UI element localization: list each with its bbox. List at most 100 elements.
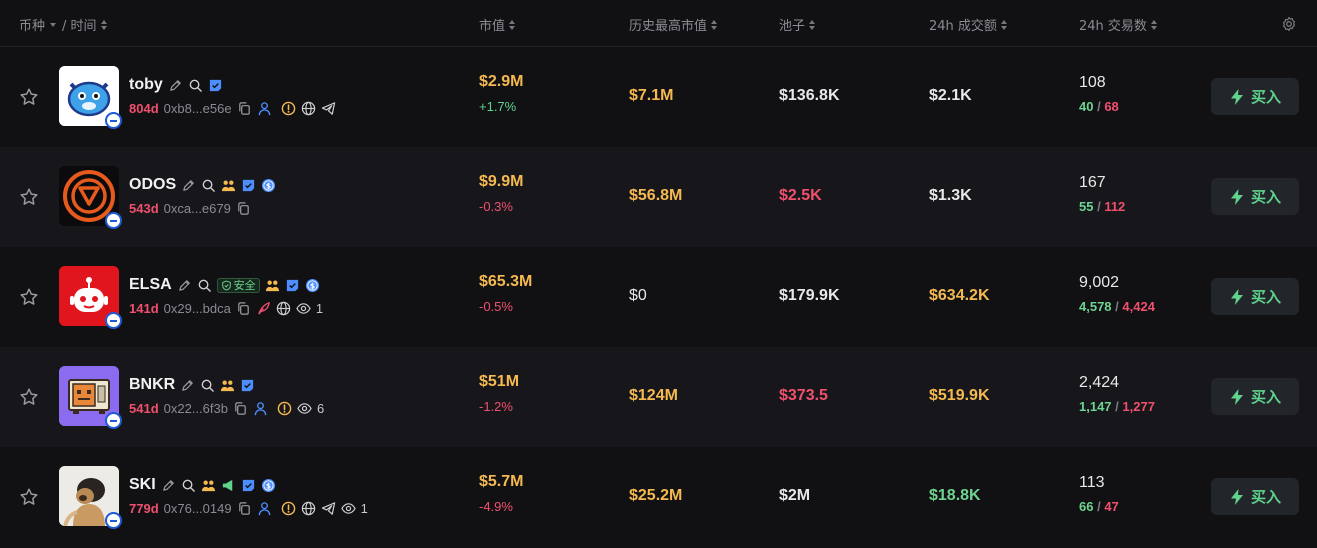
- sort-icon[interactable]: [809, 19, 816, 30]
- pencil-icon[interactable]: [177, 278, 192, 293]
- sort-icon[interactable]: [100, 19, 107, 30]
- token-address[interactable]: 0xb8...e56e: [164, 101, 232, 116]
- header-token-label[interactable]: 币种: [19, 15, 45, 34]
- table-row[interactable]: BNKR 541d 0x22...6f3b 6 $51M -1.2% $124M…: [0, 347, 1317, 447]
- globe-icon[interactable]: [301, 101, 316, 116]
- search-icon[interactable]: [201, 178, 216, 193]
- table-row[interactable]: toby 804d 0xb8...e56e $2.9M +1.7% $7.1M …: [0, 47, 1317, 147]
- pencil-icon[interactable]: [168, 78, 183, 93]
- header-token[interactable]: 币种 / 时间: [19, 15, 107, 34]
- buy-sell-counts: 55 / 112: [1079, 199, 1126, 214]
- header-ath[interactable]: 历史最高市值: [629, 15, 718, 34]
- copy-icon[interactable]: [233, 401, 248, 416]
- buy-button-label: 买入: [1250, 88, 1281, 106]
- star-icon[interactable]: [18, 486, 40, 508]
- warning-icon[interactable]: [277, 401, 292, 416]
- volume-24h: $519.9K: [929, 387, 990, 404]
- search-icon[interactable]: [181, 478, 196, 493]
- sort-icon[interactable]: [711, 19, 718, 30]
- view-count: 6: [316, 400, 325, 416]
- gear-icon[interactable]: [1281, 16, 1297, 32]
- telegram-icon[interactable]: [321, 101, 336, 116]
- pencil-icon[interactable]: [161, 478, 176, 493]
- sort-icon[interactable]: [1000, 19, 1007, 30]
- copy-icon[interactable]: [237, 101, 252, 116]
- token-address[interactable]: 0x22...6f3b: [164, 401, 228, 416]
- sort-icon[interactable]: [1150, 19, 1157, 30]
- buy-count: 40: [1079, 99, 1094, 114]
- header-pool-label[interactable]: 池子: [779, 15, 805, 34]
- token-address[interactable]: 0x76...0149: [164, 501, 232, 516]
- star-icon[interactable]: [18, 286, 40, 308]
- header-txns-label[interactable]: 24h 交易数: [1079, 15, 1147, 34]
- star-icon[interactable]: [18, 386, 40, 408]
- volume-24h: $18.8K: [929, 487, 981, 504]
- buy-sell-counts: 4,578 / 4,424: [1079, 299, 1155, 314]
- table-row[interactable]: ODOS 543d 0xca...e679 $9.9M -0.3% $56.8M…: [0, 147, 1317, 247]
- market-cap: $65.3M: [479, 273, 533, 290]
- header-time-label[interactable]: / 时间: [62, 15, 97, 34]
- header-pool[interactable]: 池子: [779, 15, 816, 34]
- txn-count: 167: [1079, 174, 1106, 191]
- warning-icon[interactable]: [281, 501, 296, 516]
- pencil-icon[interactable]: [180, 378, 195, 393]
- table-row[interactable]: ELSA 安全 141d 0x29...bdca 1 $65.3M -0.5% …: [0, 247, 1317, 347]
- header-ath-label[interactable]: 历史最高市值: [629, 15, 707, 34]
- user-icon[interactable]: [257, 101, 272, 116]
- header-txns[interactable]: 24h 交易数: [1079, 15, 1157, 34]
- search-icon[interactable]: [197, 278, 212, 293]
- table-row[interactable]: SKI 779d 0x76...0149 1 $5.7M -4.9% $25.2…: [0, 447, 1317, 547]
- copy-icon[interactable]: [237, 501, 252, 516]
- verified-icon: [241, 478, 256, 493]
- view-count: 1: [360, 500, 368, 516]
- view-count: 1: [315, 300, 324, 316]
- token-symbol[interactable]: BNKR: [129, 376, 175, 394]
- token-address[interactable]: 0x29...bdca: [164, 301, 231, 316]
- verified-icon: [240, 378, 255, 393]
- telegram-icon[interactable]: [321, 501, 336, 516]
- buy-button[interactable]: 买入: [1211, 178, 1299, 215]
- token-symbol[interactable]: SKI: [129, 476, 156, 494]
- ath-mcap: $124M: [629, 387, 678, 404]
- sort-icon[interactable]: [509, 19, 516, 30]
- copy-icon[interactable]: [236, 301, 251, 316]
- pencil-icon[interactable]: [181, 178, 196, 193]
- bolt-icon: [1229, 288, 1245, 306]
- star-icon[interactable]: [18, 186, 40, 208]
- star-icon[interactable]: [18, 86, 40, 108]
- buy-button[interactable]: 买入: [1211, 278, 1299, 315]
- copy-icon[interactable]: [236, 201, 251, 216]
- search-icon[interactable]: [188, 78, 203, 93]
- txn-count: 108: [1079, 74, 1106, 91]
- buy-button-label: 买入: [1250, 288, 1281, 306]
- warning-icon[interactable]: [281, 101, 296, 116]
- user-icon[interactable]: [257, 501, 272, 516]
- chevron-down-icon[interactable]: [50, 22, 57, 27]
- header-mcap[interactable]: 市值: [479, 15, 516, 34]
- feather-icon[interactable]: [256, 301, 271, 316]
- search-icon[interactable]: [200, 378, 215, 393]
- verified-icon: [241, 178, 256, 193]
- volume-24h: $634.2K: [929, 287, 990, 304]
- header-vol-label[interactable]: 24h 成交额: [929, 15, 997, 34]
- header-vol[interactable]: 24h 成交额: [929, 15, 1007, 34]
- token-address[interactable]: 0xca...e679: [164, 201, 231, 216]
- shield-icon: [221, 280, 232, 291]
- pool-value: $373.5: [779, 387, 828, 404]
- buy-button[interactable]: 买入: [1211, 478, 1299, 515]
- globe-icon[interactable]: [301, 501, 316, 516]
- buy-count: 55: [1079, 199, 1094, 214]
- token-symbol[interactable]: ELSA: [129, 276, 172, 294]
- user-icon[interactable]: [253, 401, 268, 416]
- sell-count: 4,424: [1122, 299, 1155, 314]
- buy-button[interactable]: 买入: [1211, 78, 1299, 115]
- token-symbol[interactable]: ODOS: [129, 176, 176, 194]
- buy-count: 66: [1079, 499, 1094, 514]
- eye-icon: [297, 401, 312, 416]
- header-mcap-label[interactable]: 市值: [479, 15, 505, 34]
- buy-button[interactable]: 买入: [1211, 378, 1299, 415]
- sell-count: 1,277: [1122, 399, 1155, 414]
- token-symbol[interactable]: toby: [129, 76, 163, 94]
- txn-count: 9,002: [1079, 274, 1120, 291]
- globe-icon[interactable]: [276, 301, 291, 316]
